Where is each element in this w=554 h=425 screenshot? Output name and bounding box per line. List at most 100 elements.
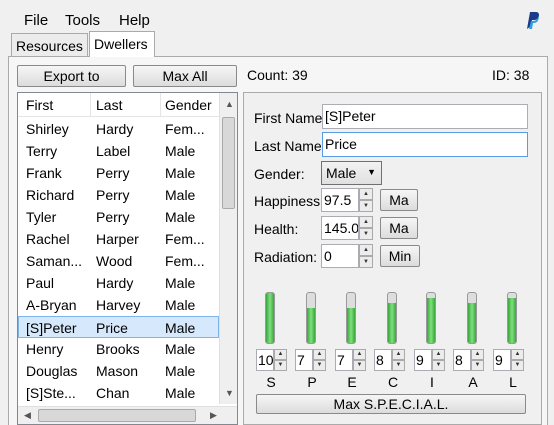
last-name-field[interactable]: Price (322, 132, 528, 157)
tab-resources[interactable]: Resources (11, 33, 88, 57)
special-letter: P (307, 374, 317, 390)
max-happiness-button[interactable]: Ma (380, 189, 418, 211)
health-stepper[interactable]: ▲ ▼ (359, 216, 373, 240)
special-value-input[interactable]: 8 (374, 349, 392, 371)
first-name-cell: Tyler (26, 209, 57, 225)
special-bar (306, 292, 316, 344)
up-arrow-icon[interactable]: ▲ (392, 349, 405, 360)
table-row[interactable]: Rachel Harper Fem... (18, 228, 219, 250)
special-stepper[interactable]: ▲ ▼ (432, 349, 445, 371)
last-name-cell: Label (96, 143, 131, 159)
special-stepper[interactable]: ▲ ▼ (471, 349, 484, 371)
table-row[interactable]: Richard Perry Male (18, 184, 219, 206)
scroll-up-icon[interactable]: ▲ (225, 99, 234, 109)
gender-label: Gender: (254, 166, 305, 182)
up-arrow-icon[interactable]: ▲ (359, 188, 373, 200)
column-divider[interactable] (160, 93, 161, 117)
up-arrow-icon[interactable]: ▲ (511, 349, 524, 360)
down-arrow-icon[interactable]: ▼ (511, 360, 524, 371)
happiness-stepper[interactable]: ▲ ▼ (359, 188, 373, 212)
special-bar-fill (427, 298, 435, 343)
up-arrow-icon[interactable]: ▲ (313, 349, 326, 360)
special-value-input[interactable]: 8 (453, 349, 471, 371)
scroll-left-icon[interactable]: ◀ (24, 410, 31, 421)
first-name-cell: Frank (26, 165, 62, 181)
menu-help[interactable]: Help (119, 12, 150, 29)
special-stepper[interactable]: ▲ ▼ (274, 349, 287, 371)
special-stepper[interactable]: ▲ ▼ (353, 349, 366, 371)
health-input[interactable]: 145.0 (321, 216, 359, 240)
special-value-input[interactable]: 9 (414, 349, 432, 371)
column-last[interactable]: Last (96, 97, 122, 113)
table-row[interactable]: Terry Label Male (18, 140, 219, 162)
first-name-field[interactable]: [S]Peter (322, 104, 528, 129)
last-name-cell: Brooks (96, 341, 140, 357)
special-bar-fill (388, 303, 396, 343)
min-radiation-button[interactable]: Min (380, 245, 420, 267)
up-arrow-icon[interactable]: ▲ (359, 244, 373, 256)
column-divider[interactable] (90, 93, 91, 117)
column-first[interactable]: First (26, 97, 53, 113)
special-value-input[interactable]: 7 (335, 349, 353, 371)
gender-cell: Male (165, 209, 196, 225)
up-arrow-icon[interactable]: ▲ (353, 349, 366, 360)
special-value-input[interactable]: 10 (256, 349, 274, 371)
scroll-down-icon[interactable]: ▼ (225, 388, 234, 398)
special-stepper[interactable]: ▲ ▼ (392, 349, 405, 371)
special-value-input[interactable]: 9 (493, 349, 511, 371)
up-arrow-icon[interactable]: ▲ (432, 349, 445, 360)
radiation-stepper[interactable]: ▲ ▼ (359, 244, 373, 268)
menu-tools[interactable]: Tools (65, 12, 100, 29)
gender-cell: Male (165, 297, 196, 313)
menu-file[interactable]: File (24, 12, 48, 29)
horizontal-scroll-thumb[interactable] (38, 409, 196, 422)
gender-select[interactable]: Male ▼ (321, 161, 382, 185)
radiation-input[interactable]: 0 (321, 244, 359, 268)
up-arrow-icon[interactable]: ▲ (359, 216, 373, 228)
table-row[interactable]: Frank Perry Male (18, 162, 219, 184)
down-arrow-icon[interactable]: ▼ (274, 360, 287, 371)
max-all-button[interactable]: Max All (133, 65, 237, 87)
special-stepper[interactable]: ▲ ▼ (511, 349, 524, 371)
down-arrow-icon[interactable]: ▼ (471, 360, 484, 371)
first-name-cell: A-Bryan (26, 297, 77, 313)
special-stepper[interactable]: ▲ ▼ (313, 349, 326, 371)
table-row[interactable]: Shirley Hardy Fem... (18, 118, 219, 140)
down-arrow-icon[interactable]: ▼ (359, 256, 373, 268)
table-row[interactable]: Douglas Mason Male (18, 360, 219, 382)
column-gender[interactable]: Gender (165, 97, 212, 113)
tab-dwellers[interactable]: Dwellers (89, 31, 155, 57)
vertical-scroll-thumb[interactable] (222, 117, 235, 209)
happiness-input[interactable]: 97.5 (321, 188, 359, 212)
dweller-table[interactable]: First Last Gender Shirley Hardy Fem... Terr… (17, 92, 238, 425)
down-arrow-icon[interactable]: ▼ (432, 360, 445, 371)
down-arrow-icon[interactable]: ▼ (359, 228, 373, 240)
max-special-button[interactable]: Max S.P.E.C.I.A.L. (256, 394, 526, 414)
horizontal-scrollbar[interactable]: ◀ ▶ (18, 406, 237, 424)
up-arrow-icon[interactable]: ▲ (274, 349, 287, 360)
paypal-icon[interactable] (524, 10, 540, 30)
down-arrow-icon[interactable]: ▼ (313, 360, 326, 371)
last-name-cell: Price (96, 320, 128, 336)
down-arrow-icon[interactable]: ▼ (392, 360, 405, 371)
special-value-input[interactable]: 7 (295, 349, 313, 371)
gender-cell: Male (165, 165, 196, 181)
export-button[interactable]: Export to (17, 65, 126, 87)
table-row[interactable]: Tyler Perry Male (18, 206, 219, 228)
scroll-right-icon[interactable]: ▶ (210, 410, 217, 421)
down-arrow-icon[interactable]: ▼ (359, 200, 373, 212)
gender-cell: Male (165, 187, 196, 203)
table-row[interactable]: [S]Peter Price Male (18, 316, 219, 338)
max-health-button[interactable]: Ma (380, 217, 418, 239)
first-name-cell: [S]Peter (26, 320, 77, 336)
down-arrow-icon[interactable]: ▼ (353, 360, 366, 371)
table-row[interactable]: [S]Ste... Chan Male (18, 382, 219, 404)
vertical-scrollbar[interactable]: ▲ ▼ (219, 93, 237, 404)
last-name-label: Last Name (254, 138, 322, 154)
table-row[interactable]: A-Bryan Harvey Male (18, 294, 219, 316)
last-name-cell: Hardy (96, 121, 134, 137)
table-row[interactable]: Paul Hardy Male (18, 272, 219, 294)
up-arrow-icon[interactable]: ▲ (471, 349, 484, 360)
table-row[interactable]: Saman... Wood Fem... (18, 250, 219, 272)
table-row[interactable]: Henry Brooks Male (18, 338, 219, 360)
